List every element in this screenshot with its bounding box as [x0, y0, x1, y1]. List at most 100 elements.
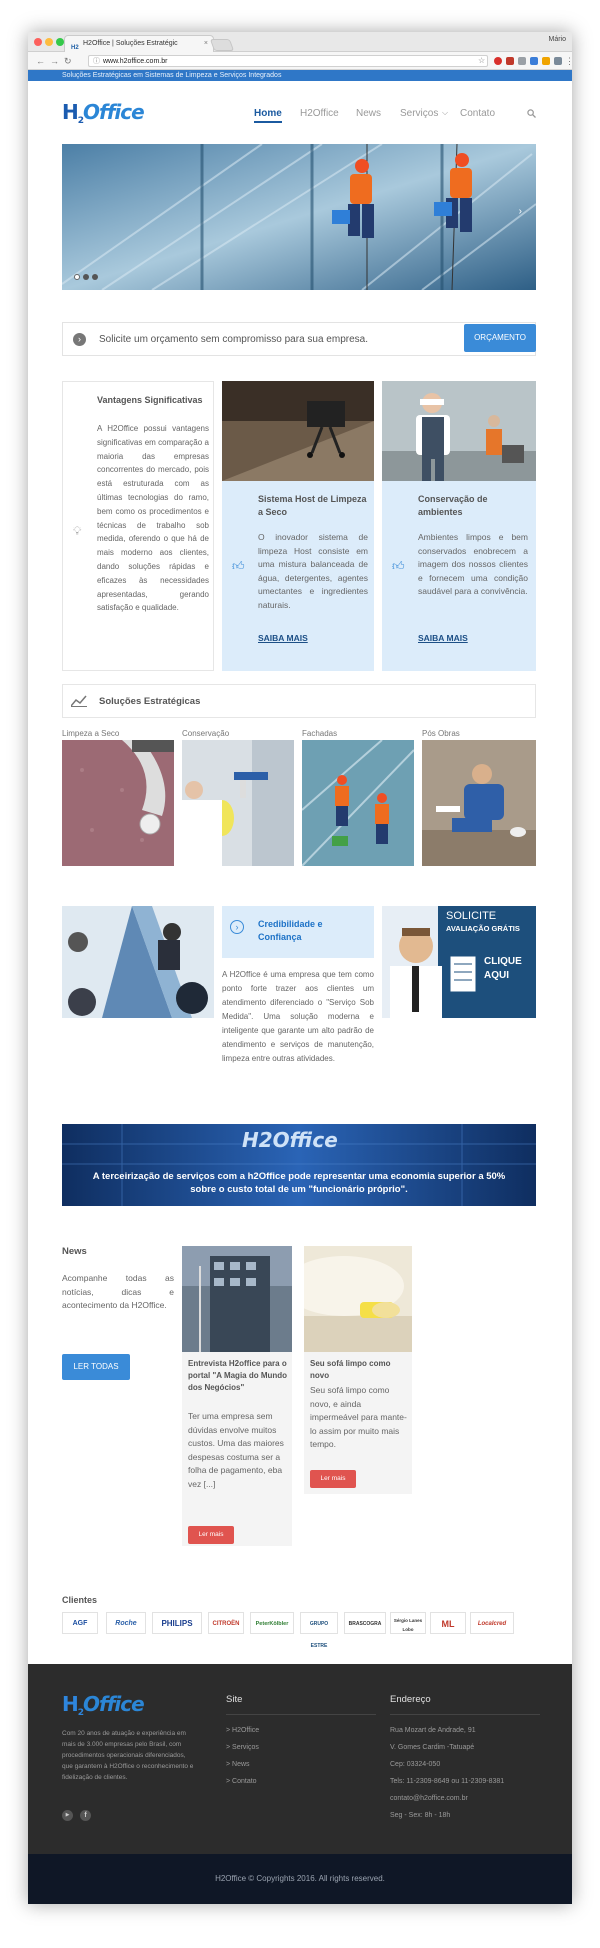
solution-image-facades[interactable]: [302, 740, 414, 866]
solution-image-post-construction[interactable]: [422, 740, 536, 866]
phone-line: Tels: 11-2309-8649 ou 11-2309-8381: [390, 1778, 505, 1785]
advantages-box: 💡︎ Vantagens Significativas A H2Office p…: [62, 381, 214, 671]
client-logo: Sérgio Lanes Lobo: [390, 1612, 426, 1634]
credibility-title: Credibilidade e Confiança: [258, 919, 323, 942]
footer-site-links: > H2Office > Serviços > News > Contato: [226, 1722, 259, 1790]
client-logo: Localcred: [470, 1612, 514, 1634]
bookmark-star-icon[interactable]: ☆: [478, 55, 485, 67]
extension-icon[interactable]: [530, 57, 538, 65]
top-tagline-bar: Soluções Estratégicas em Sistemas de Lim…: [28, 70, 572, 81]
search-icon[interactable]: [527, 109, 536, 118]
card-saiba-mais-link[interactable]: SAIBA MAIS: [418, 633, 468, 643]
extension-icon[interactable]: [506, 57, 514, 65]
hours-line: Seg - Sex: 8h - 18h: [390, 1812, 451, 1819]
extension-icon[interactable]: [518, 57, 526, 65]
browser-window: H2 H2Office | Soluções Estratégic × Mári…: [28, 32, 572, 1904]
facebook-icon[interactable]: f: [80, 1810, 91, 1821]
address-bar[interactable]: ⓘ www.h2office.com.br: [88, 55, 488, 67]
extension-icon[interactable]: [542, 57, 550, 65]
site-logo[interactable]: H2Office: [62, 100, 145, 126]
solution-image-conservation[interactable]: [182, 740, 294, 866]
logo-rest: Office: [83, 1692, 145, 1716]
slider-dot[interactable]: [92, 274, 98, 280]
back-icon[interactable]: ←: [36, 55, 45, 67]
footer-logo[interactable]: H2Office: [62, 1692, 145, 1718]
slider-next-icon[interactable]: ›: [519, 206, 522, 217]
divider: [390, 1714, 540, 1715]
promo-line1: SOLICITE: [446, 910, 497, 922]
card-text: Ambientes limpos e bem conservados enobr…: [418, 532, 528, 596]
footer-link[interactable]: > H2Office: [226, 1722, 259, 1739]
client-logo: GRUPO ESTRE: [300, 1612, 338, 1649]
address-text: www.h2office.com.br: [103, 58, 168, 65]
pinterest-extension-icon[interactable]: [494, 57, 502, 65]
thumbs-up-icon: 👍︎: [232, 559, 245, 573]
news-title: News: [62, 1246, 87, 1257]
footer-site-title: Site: [226, 1694, 243, 1705]
news-image-sofa: [284, 1246, 412, 1352]
free-evaluation-promo[interactable]: SOLICITE AVALIAÇÃO GRÁTIS CLIQUE AQUI: [382, 906, 536, 1018]
extension-icon[interactable]: [554, 57, 562, 65]
news-post-title[interactable]: Entrevista H2office para o portal "A Mag…: [188, 1358, 288, 1394]
browser-tab[interactable]: H2 H2Office | Soluções Estratégic ×: [64, 35, 214, 52]
lightbulb-icon: 💡︎: [73, 524, 82, 538]
close-window-button[interactable]: [34, 38, 42, 46]
reload-icon[interactable]: ↻: [64, 55, 72, 67]
hero-image: [62, 144, 536, 290]
card-image-dry-cleaning: [222, 381, 374, 481]
logo-rest: Office: [83, 100, 145, 124]
promo-line3: CLIQUE: [484, 956, 522, 967]
nav-h2office[interactable]: H2Office: [300, 108, 339, 119]
business-team-image: [62, 906, 214, 1018]
news-post-title[interactable]: Seu sofá limpo como novo: [310, 1358, 410, 1382]
new-tab-button[interactable]: [209, 39, 235, 51]
chevron-down-icon[interactable]: ⌵: [442, 108, 448, 118]
line-chart-icon: [71, 695, 87, 707]
card-saiba-mais-link[interactable]: SAIBA MAIS: [258, 633, 308, 643]
minimize-window-button[interactable]: [45, 38, 53, 46]
read-all-button[interactable]: LER TODAS: [62, 1354, 130, 1380]
card-conservation: Conservação de ambientes 👍︎ Ambientes li…: [382, 481, 536, 671]
slider-dot[interactable]: [83, 274, 89, 280]
browser-user[interactable]: Mário: [548, 36, 566, 43]
forward-icon[interactable]: →: [50, 55, 59, 67]
site-footer: H2Office Com 20 anos de atuação e experi…: [28, 1664, 572, 1854]
advantages-text: A H2Office possui vantagens significativ…: [97, 424, 209, 613]
nav-news[interactable]: News: [356, 108, 381, 119]
footer-link[interactable]: > News: [226, 1756, 259, 1773]
client-logo: AGF: [62, 1612, 98, 1634]
youtube-icon[interactable]: ▶: [62, 1810, 73, 1821]
card-title: Sistema Host de Limpeza a Seco: [258, 494, 367, 517]
news-intro: Acompanhe todas as notícias, dicas e aco…: [62, 1273, 174, 1310]
slider-dot[interactable]: [74, 274, 80, 280]
solution-image-dry-cleaning[interactable]: [62, 740, 174, 866]
maximize-window-button[interactable]: [56, 38, 64, 46]
hero-slider[interactable]: ›: [62, 144, 536, 290]
solution-label: Fachadas: [302, 729, 338, 738]
nav-contato[interactable]: Contato: [460, 108, 495, 119]
read-more-button[interactable]: Ler mais: [310, 1470, 356, 1488]
arrow-circle-icon: ›: [73, 333, 86, 346]
news-post-excerpt: Seu sofá limpo como novo, e ainda imperm…: [310, 1385, 407, 1449]
client-logo: BRASCOGRA: [344, 1612, 386, 1634]
email-link[interactable]: contato@h2office.com.br: [390, 1790, 504, 1807]
credibility-text: A H2Office é uma empresa que tem como po…: [222, 970, 374, 1063]
nav-home[interactable]: Home: [254, 108, 282, 123]
divider: [226, 1714, 376, 1715]
news-image-building: [182, 1246, 292, 1352]
footer-link[interactable]: > Serviços: [226, 1739, 259, 1756]
tab-close-icon[interactable]: ×: [204, 36, 208, 52]
card-image-conservation: [382, 381, 536, 481]
promo-line4: AQUI: [484, 970, 509, 981]
client-logo: CITROËN: [208, 1612, 244, 1634]
card-dry-cleaning: Sistema Host de Limpeza a Seco 👍︎ O inov…: [222, 481, 374, 671]
solution-label: Pós Obras: [422, 729, 460, 738]
clients-title: Clientes: [62, 1595, 98, 1605]
news-post: Seu sofá limpo como novo Seu sofá limpo …: [284, 1246, 412, 1494]
quote-button[interactable]: ORÇAMENTO: [464, 324, 536, 352]
address-line: Rua Mozart de Andrade, 91: [390, 1727, 476, 1734]
nav-servicos[interactable]: Serviços: [400, 108, 438, 119]
footer-link[interactable]: > Contato: [226, 1773, 259, 1790]
browser-menu-icon[interactable]: ⋮: [565, 55, 572, 67]
read-more-button[interactable]: Ler mais: [188, 1526, 234, 1544]
